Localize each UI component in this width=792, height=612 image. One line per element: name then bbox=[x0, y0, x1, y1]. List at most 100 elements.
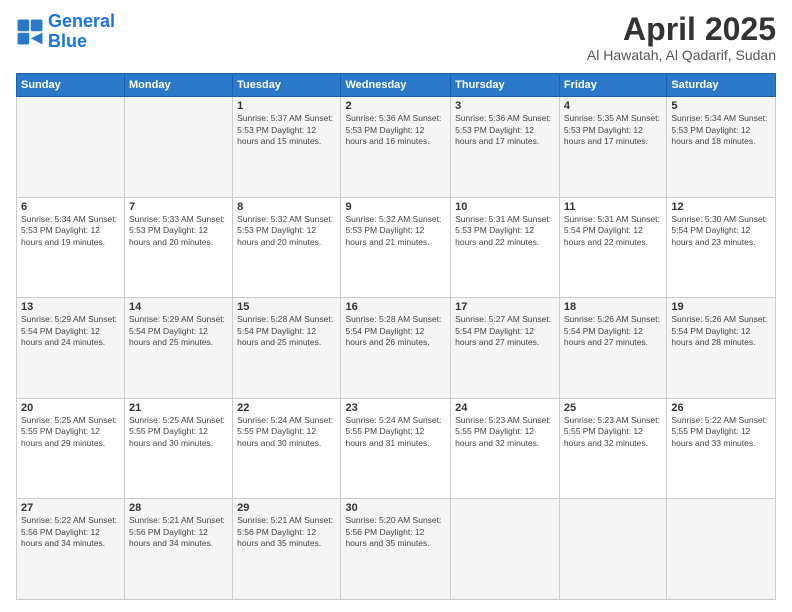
table-cell: 27Sunrise: 5:22 AM Sunset: 5:56 PM Dayli… bbox=[17, 499, 125, 600]
cell-info: Sunrise: 5:34 AM Sunset: 5:53 PM Dayligh… bbox=[21, 214, 120, 248]
cell-info: Sunrise: 5:28 AM Sunset: 5:54 PM Dayligh… bbox=[345, 314, 446, 348]
cell-day-number: 15 bbox=[237, 301, 336, 313]
table-cell: 25Sunrise: 5:23 AM Sunset: 5:55 PM Dayli… bbox=[559, 398, 666, 499]
week-row-4: 20Sunrise: 5:25 AM Sunset: 5:55 PM Dayli… bbox=[17, 398, 776, 499]
title-block: April 2025 Al Hawatah, Al Qadarif, Sudan bbox=[587, 12, 776, 63]
cell-info: Sunrise: 5:25 AM Sunset: 5:55 PM Dayligh… bbox=[21, 415, 120, 449]
cell-day-number: 5 bbox=[671, 100, 771, 112]
table-cell: 22Sunrise: 5:24 AM Sunset: 5:55 PM Dayli… bbox=[233, 398, 341, 499]
cell-day-number: 16 bbox=[345, 301, 446, 313]
table-cell: 13Sunrise: 5:29 AM Sunset: 5:54 PM Dayli… bbox=[17, 298, 125, 399]
col-thursday: Thursday bbox=[451, 74, 560, 97]
cell-day-number: 11 bbox=[564, 201, 662, 213]
col-friday: Friday bbox=[559, 74, 666, 97]
week-row-3: 13Sunrise: 5:29 AM Sunset: 5:54 PM Dayli… bbox=[17, 298, 776, 399]
table-cell: 26Sunrise: 5:22 AM Sunset: 5:55 PM Dayli… bbox=[667, 398, 776, 499]
cell-info: Sunrise: 5:29 AM Sunset: 5:54 PM Dayligh… bbox=[129, 314, 228, 348]
logo-icon bbox=[16, 18, 44, 46]
cell-day-number: 14 bbox=[129, 301, 228, 313]
cell-day-number: 19 bbox=[671, 301, 771, 313]
cell-day-number: 17 bbox=[455, 301, 555, 313]
cell-info: Sunrise: 5:20 AM Sunset: 5:56 PM Dayligh… bbox=[345, 515, 446, 549]
page: General Blue April 2025 Al Hawatah, Al Q… bbox=[0, 0, 792, 612]
logo-line1: General bbox=[48, 11, 115, 31]
cell-day-number: 27 bbox=[21, 502, 120, 514]
cell-info: Sunrise: 5:36 AM Sunset: 5:53 PM Dayligh… bbox=[345, 113, 446, 147]
cell-info: Sunrise: 5:21 AM Sunset: 5:56 PM Dayligh… bbox=[129, 515, 228, 549]
cell-info: Sunrise: 5:24 AM Sunset: 5:55 PM Dayligh… bbox=[237, 415, 336, 449]
cell-info: Sunrise: 5:30 AM Sunset: 5:54 PM Dayligh… bbox=[671, 214, 771, 248]
cell-info: Sunrise: 5:27 AM Sunset: 5:54 PM Dayligh… bbox=[455, 314, 555, 348]
table-cell: 24Sunrise: 5:23 AM Sunset: 5:55 PM Dayli… bbox=[451, 398, 560, 499]
cell-day-number: 29 bbox=[237, 502, 336, 514]
table-cell: 8Sunrise: 5:32 AM Sunset: 5:53 PM Daylig… bbox=[233, 197, 341, 298]
cell-day-number: 23 bbox=[345, 402, 446, 414]
cell-day-number: 4 bbox=[564, 100, 662, 112]
table-cell: 3Sunrise: 5:36 AM Sunset: 5:53 PM Daylig… bbox=[451, 97, 560, 198]
table-cell: 30Sunrise: 5:20 AM Sunset: 5:56 PM Dayli… bbox=[341, 499, 451, 600]
col-sunday: Sunday bbox=[17, 74, 125, 97]
logo: General Blue bbox=[16, 12, 115, 52]
table-cell: 15Sunrise: 5:28 AM Sunset: 5:54 PM Dayli… bbox=[233, 298, 341, 399]
table-cell: 12Sunrise: 5:30 AM Sunset: 5:54 PM Dayli… bbox=[667, 197, 776, 298]
cell-info: Sunrise: 5:26 AM Sunset: 5:54 PM Dayligh… bbox=[671, 314, 771, 348]
logo-text: General Blue bbox=[48, 12, 115, 52]
table-cell: 29Sunrise: 5:21 AM Sunset: 5:56 PM Dayli… bbox=[233, 499, 341, 600]
table-cell: 18Sunrise: 5:26 AM Sunset: 5:54 PM Dayli… bbox=[559, 298, 666, 399]
table-cell bbox=[559, 499, 666, 600]
cell-info: Sunrise: 5:36 AM Sunset: 5:53 PM Dayligh… bbox=[455, 113, 555, 147]
cell-info: Sunrise: 5:23 AM Sunset: 5:55 PM Dayligh… bbox=[564, 415, 662, 449]
cell-day-number: 22 bbox=[237, 402, 336, 414]
cell-day-number: 28 bbox=[129, 502, 228, 514]
table-cell: 17Sunrise: 5:27 AM Sunset: 5:54 PM Dayli… bbox=[451, 298, 560, 399]
table-cell: 1Sunrise: 5:37 AM Sunset: 5:53 PM Daylig… bbox=[233, 97, 341, 198]
cell-day-number: 3 bbox=[455, 100, 555, 112]
cell-day-number: 6 bbox=[21, 201, 120, 213]
cell-info: Sunrise: 5:37 AM Sunset: 5:53 PM Dayligh… bbox=[237, 113, 336, 147]
cell-info: Sunrise: 5:35 AM Sunset: 5:53 PM Dayligh… bbox=[564, 113, 662, 147]
cell-day-number: 2 bbox=[345, 100, 446, 112]
table-cell: 4Sunrise: 5:35 AM Sunset: 5:53 PM Daylig… bbox=[559, 97, 666, 198]
table-cell: 5Sunrise: 5:34 AM Sunset: 5:53 PM Daylig… bbox=[667, 97, 776, 198]
cell-info: Sunrise: 5:34 AM Sunset: 5:53 PM Dayligh… bbox=[671, 113, 771, 147]
cell-day-number: 8 bbox=[237, 201, 336, 213]
table-cell: 28Sunrise: 5:21 AM Sunset: 5:56 PM Dayli… bbox=[125, 499, 233, 600]
week-row-5: 27Sunrise: 5:22 AM Sunset: 5:56 PM Dayli… bbox=[17, 499, 776, 600]
cell-day-number: 10 bbox=[455, 201, 555, 213]
page-title: April 2025 bbox=[587, 12, 776, 47]
table-cell: 9Sunrise: 5:32 AM Sunset: 5:53 PM Daylig… bbox=[341, 197, 451, 298]
cell-day-number: 12 bbox=[671, 201, 771, 213]
table-cell: 6Sunrise: 5:34 AM Sunset: 5:53 PM Daylig… bbox=[17, 197, 125, 298]
cell-info: Sunrise: 5:23 AM Sunset: 5:55 PM Dayligh… bbox=[455, 415, 555, 449]
cell-info: Sunrise: 5:32 AM Sunset: 5:53 PM Dayligh… bbox=[237, 214, 336, 248]
table-cell: 23Sunrise: 5:24 AM Sunset: 5:55 PM Dayli… bbox=[341, 398, 451, 499]
table-cell: 16Sunrise: 5:28 AM Sunset: 5:54 PM Dayli… bbox=[341, 298, 451, 399]
cell-day-number: 7 bbox=[129, 201, 228, 213]
calendar-table: Sunday Monday Tuesday Wednesday Thursday… bbox=[16, 73, 776, 600]
week-row-1: 1Sunrise: 5:37 AM Sunset: 5:53 PM Daylig… bbox=[17, 97, 776, 198]
col-monday: Monday bbox=[125, 74, 233, 97]
cell-info: Sunrise: 5:25 AM Sunset: 5:55 PM Dayligh… bbox=[129, 415, 228, 449]
cell-day-number: 26 bbox=[671, 402, 771, 414]
col-wednesday: Wednesday bbox=[341, 74, 451, 97]
calendar-header-row: Sunday Monday Tuesday Wednesday Thursday… bbox=[17, 74, 776, 97]
table-cell: 11Sunrise: 5:31 AM Sunset: 5:54 PM Dayli… bbox=[559, 197, 666, 298]
table-cell bbox=[125, 97, 233, 198]
cell-day-number: 9 bbox=[345, 201, 446, 213]
col-saturday: Saturday bbox=[667, 74, 776, 97]
cell-info: Sunrise: 5:31 AM Sunset: 5:54 PM Dayligh… bbox=[564, 214, 662, 248]
cell-day-number: 13 bbox=[21, 301, 120, 313]
header: General Blue April 2025 Al Hawatah, Al Q… bbox=[16, 12, 776, 63]
cell-day-number: 18 bbox=[564, 301, 662, 313]
cell-info: Sunrise: 5:26 AM Sunset: 5:54 PM Dayligh… bbox=[564, 314, 662, 348]
cell-info: Sunrise: 5:33 AM Sunset: 5:53 PM Dayligh… bbox=[129, 214, 228, 248]
cell-day-number: 21 bbox=[129, 402, 228, 414]
cell-info: Sunrise: 5:24 AM Sunset: 5:55 PM Dayligh… bbox=[345, 415, 446, 449]
table-cell: 10Sunrise: 5:31 AM Sunset: 5:53 PM Dayli… bbox=[451, 197, 560, 298]
cell-info: Sunrise: 5:32 AM Sunset: 5:53 PM Dayligh… bbox=[345, 214, 446, 248]
cell-info: Sunrise: 5:29 AM Sunset: 5:54 PM Dayligh… bbox=[21, 314, 120, 348]
table-cell bbox=[667, 499, 776, 600]
cell-info: Sunrise: 5:22 AM Sunset: 5:55 PM Dayligh… bbox=[671, 415, 771, 449]
table-cell: 7Sunrise: 5:33 AM Sunset: 5:53 PM Daylig… bbox=[125, 197, 233, 298]
cell-day-number: 24 bbox=[455, 402, 555, 414]
